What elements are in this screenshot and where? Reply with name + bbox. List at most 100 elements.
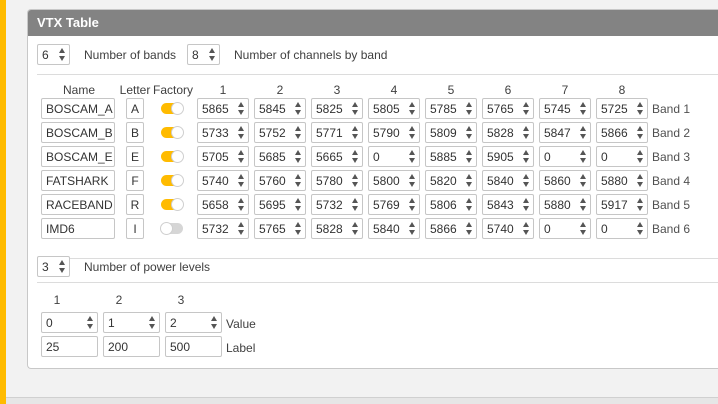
stepper-arrows-icon[interactable] [466, 126, 473, 139]
band-letter-input[interactable]: A [126, 98, 144, 119]
stepper-arrows-icon[interactable] [87, 316, 94, 329]
frequency-stepper[interactable]: 5860 [539, 170, 591, 191]
frequency-stepper[interactable]: 0 [596, 146, 648, 167]
stepper-arrows-icon[interactable] [295, 126, 302, 139]
frequency-stepper[interactable]: 5840 [368, 218, 420, 239]
factory-toggle[interactable] [161, 126, 184, 139]
frequency-stepper[interactable]: 5733 [197, 122, 249, 143]
channels-count-stepper[interactable]: 8 [187, 44, 220, 65]
stepper-arrows-icon[interactable] [409, 126, 416, 139]
stepper-arrows-icon[interactable] [295, 198, 302, 211]
frequency-stepper[interactable]: 5843 [482, 194, 534, 215]
frequency-stepper[interactable]: 5828 [482, 122, 534, 143]
frequency-stepper[interactable]: 5765 [482, 98, 534, 119]
stepper-arrows-icon[interactable] [523, 198, 530, 211]
factory-toggle[interactable] [161, 150, 184, 163]
power-value-stepper[interactable]: 2 [165, 312, 222, 333]
frequency-stepper[interactable]: 5885 [425, 146, 477, 167]
frequency-stepper[interactable]: 5809 [425, 122, 477, 143]
frequency-stepper[interactable]: 5745 [539, 98, 591, 119]
power-label-input[interactable]: 500 [165, 336, 222, 357]
stepper-arrows-icon[interactable] [238, 174, 245, 187]
factory-toggle[interactable] [160, 222, 183, 235]
frequency-stepper[interactable]: 5725 [596, 98, 648, 119]
stepper-arrows-icon[interactable] [352, 222, 359, 235]
stepper-arrows-icon[interactable] [523, 222, 530, 235]
frequency-stepper[interactable]: 0 [539, 146, 591, 167]
stepper-arrows-icon[interactable] [352, 174, 359, 187]
stepper-arrows-icon[interactable] [409, 102, 416, 115]
frequency-stepper[interactable]: 5805 [368, 98, 420, 119]
frequency-stepper[interactable]: 5806 [425, 194, 477, 215]
stepper-arrows-icon[interactable] [523, 174, 530, 187]
power-value-stepper[interactable]: 0 [41, 312, 98, 333]
bands-count-stepper[interactable]: 6 [37, 44, 70, 65]
frequency-stepper[interactable]: 5880 [539, 194, 591, 215]
stepper-arrows-icon[interactable] [637, 150, 644, 163]
band-name-input[interactable]: FATSHARK [41, 170, 115, 191]
stepper-arrows-icon[interactable] [409, 222, 416, 235]
stepper-arrows-icon[interactable] [466, 102, 473, 115]
frequency-stepper[interactable]: 5732 [311, 194, 363, 215]
band-letter-input[interactable]: R [126, 194, 144, 215]
frequency-stepper[interactable]: 5740 [197, 170, 249, 191]
stepper-arrows-icon[interactable] [580, 126, 587, 139]
stepper-arrows-icon[interactable] [580, 198, 587, 211]
band-letter-input[interactable]: E [126, 146, 144, 167]
stepper-arrows-icon[interactable] [409, 150, 416, 163]
frequency-stepper[interactable]: 5866 [596, 122, 648, 143]
frequency-stepper[interactable]: 5880 [596, 170, 648, 191]
band-name-input[interactable]: RACEBAND [41, 194, 115, 215]
frequency-stepper[interactable]: 5658 [197, 194, 249, 215]
frequency-stepper[interactable]: 5845 [254, 98, 306, 119]
stepper-arrows-icon[interactable] [466, 174, 473, 187]
frequency-stepper[interactable]: 5790 [368, 122, 420, 143]
stepper-arrows-icon[interactable] [523, 150, 530, 163]
stepper-arrows-icon[interactable] [59, 48, 66, 61]
factory-toggle[interactable] [161, 198, 184, 211]
frequency-stepper[interactable]: 5705 [197, 146, 249, 167]
stepper-arrows-icon[interactable] [466, 150, 473, 163]
stepper-arrows-icon[interactable] [295, 222, 302, 235]
stepper-arrows-icon[interactable] [238, 150, 245, 163]
stepper-arrows-icon[interactable] [352, 198, 359, 211]
stepper-arrows-icon[interactable] [409, 198, 416, 211]
stepper-arrows-icon[interactable] [580, 150, 587, 163]
stepper-arrows-icon[interactable] [352, 126, 359, 139]
stepper-arrows-icon[interactable] [637, 198, 644, 211]
stepper-arrows-icon[interactable] [637, 174, 644, 187]
frequency-stepper[interactable]: 0 [539, 218, 591, 239]
frequency-stepper[interactable]: 5760 [254, 170, 306, 191]
band-letter-input[interactable]: I [126, 218, 144, 239]
frequency-stepper[interactable]: 5917 [596, 194, 648, 215]
band-letter-input[interactable]: F [126, 170, 144, 191]
power-label-input[interactable]: 200 [103, 336, 160, 357]
stepper-arrows-icon[interactable] [466, 222, 473, 235]
frequency-stepper[interactable]: 5847 [539, 122, 591, 143]
factory-toggle[interactable] [161, 102, 184, 115]
stepper-arrows-icon[interactable] [637, 222, 644, 235]
frequency-stepper[interactable]: 5740 [482, 218, 534, 239]
frequency-stepper[interactable]: 5665 [311, 146, 363, 167]
stepper-arrows-icon[interactable] [637, 126, 644, 139]
frequency-stepper[interactable]: 5695 [254, 194, 306, 215]
frequency-stepper[interactable]: 5732 [197, 218, 249, 239]
frequency-stepper[interactable]: 5820 [425, 170, 477, 191]
stepper-arrows-icon[interactable] [466, 198, 473, 211]
stepper-arrows-icon[interactable] [295, 174, 302, 187]
frequency-stepper[interactable]: 0 [368, 146, 420, 167]
stepper-arrows-icon[interactable] [238, 126, 245, 139]
stepper-arrows-icon[interactable] [580, 174, 587, 187]
stepper-arrows-icon[interactable] [238, 102, 245, 115]
frequency-stepper[interactable]: 5866 [425, 218, 477, 239]
stepper-arrows-icon[interactable] [352, 102, 359, 115]
stepper-arrows-icon[interactable] [59, 260, 66, 273]
stepper-arrows-icon[interactable] [523, 126, 530, 139]
frequency-stepper[interactable]: 5785 [425, 98, 477, 119]
frequency-stepper[interactable]: 5771 [311, 122, 363, 143]
stepper-arrows-icon[interactable] [295, 102, 302, 115]
stepper-arrows-icon[interactable] [409, 174, 416, 187]
frequency-stepper[interactable]: 0 [596, 218, 648, 239]
stepper-arrows-icon[interactable] [295, 150, 302, 163]
frequency-stepper[interactable]: 5905 [482, 146, 534, 167]
